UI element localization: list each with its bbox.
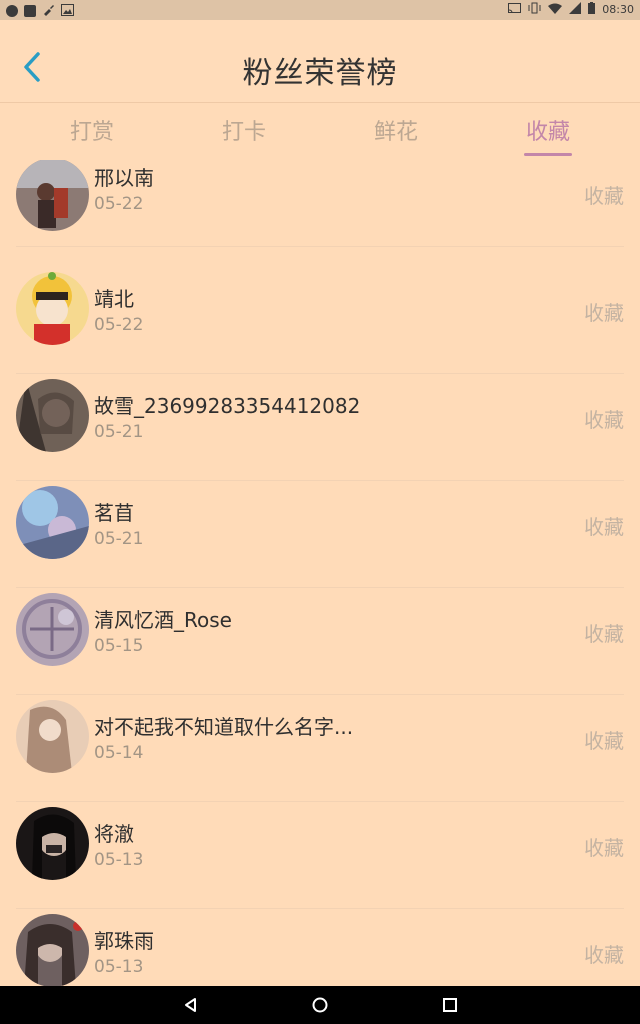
vibrate-icon xyxy=(528,2,541,17)
favorite-label: 收藏 xyxy=(584,408,624,432)
fan-name: 将澈 xyxy=(94,822,134,846)
favorite-label: 收藏 xyxy=(584,836,624,860)
status-right-icons: 08:30 xyxy=(508,2,634,17)
cast-icon xyxy=(508,2,522,17)
fan-name: 对不起我不知道取什么名字... xyxy=(94,715,354,739)
divider xyxy=(16,246,624,247)
wifi-icon xyxy=(548,3,563,17)
header: 粉丝荣誉榜 xyxy=(0,20,640,103)
tab-label: 鲜花 xyxy=(373,120,418,145)
fan-date: 05-14 xyxy=(94,743,144,763)
fan-date: 05-21 xyxy=(94,529,144,549)
avatar xyxy=(16,272,89,345)
circle-home-icon xyxy=(312,997,328,1013)
fan-name: 邢以南 xyxy=(94,166,154,190)
nav-back-button[interactable] xyxy=(181,995,201,1015)
nav-home-button[interactable] xyxy=(310,995,330,1015)
list-item[interactable]: 清风忆酒_Rose 05-15 收藏 xyxy=(0,588,640,695)
nav-recents-button[interactable] xyxy=(440,995,460,1015)
active-tab-indicator xyxy=(524,153,572,156)
avatar xyxy=(16,700,89,773)
list-item[interactable]: 邢以南 05-22 收藏 xyxy=(0,160,640,267)
square-recents-icon xyxy=(443,998,457,1012)
fan-name: 清风忆酒_Rose xyxy=(94,608,232,632)
screen: 08:30 粉丝荣誉榜 打赏 打卡 鲜花 收藏 邢以南 05-22 收藏 靖北 … xyxy=(0,0,640,1024)
list-item[interactable]: 故雪_23699283354412082 05-21 收藏 xyxy=(0,374,640,481)
status-time: 08:30 xyxy=(602,3,634,16)
fan-date: 05-13 xyxy=(94,850,144,870)
broom-icon xyxy=(42,3,55,19)
list-item[interactable]: 郭珠雨 05-13 收藏 xyxy=(0,909,640,986)
chat-notification-icon xyxy=(6,5,18,17)
list-item[interactable]: 将澈 05-13 收藏 xyxy=(0,802,640,909)
tab-bar: 打赏 打卡 鲜花 收藏 xyxy=(0,102,640,160)
fan-date: 05-13 xyxy=(94,957,144,977)
favorite-label: 收藏 xyxy=(584,184,624,208)
list-item[interactable]: 靖北 05-22 收藏 xyxy=(0,267,640,374)
system-nav-bar xyxy=(0,986,640,1024)
fan-date: 05-22 xyxy=(94,315,144,335)
avatar xyxy=(16,379,89,452)
tab-flowers[interactable]: 鲜花 xyxy=(320,102,472,160)
tab-favorites[interactable]: 收藏 xyxy=(472,102,624,160)
image-icon xyxy=(61,3,74,19)
favorite-label: 收藏 xyxy=(584,729,624,753)
tab-checkin[interactable]: 打卡 xyxy=(168,102,320,160)
fan-name: 茗苜 xyxy=(94,501,134,525)
status-bar: 08:30 xyxy=(0,0,640,20)
tab-label: 打卡 xyxy=(221,120,266,145)
fan-date: 05-21 xyxy=(94,422,144,442)
fan-name: 故雪_23699283354412082 xyxy=(94,394,361,418)
favorite-label: 收藏 xyxy=(584,943,624,967)
avatar xyxy=(16,160,89,231)
tab-label: 收藏 xyxy=(525,120,570,145)
list-item[interactable]: 茗苜 05-21 收藏 xyxy=(0,481,640,588)
tab-label: 打赏 xyxy=(69,120,114,145)
fan-name: 郭珠雨 xyxy=(94,929,154,953)
avatar xyxy=(16,486,89,559)
favorite-label: 收藏 xyxy=(584,301,624,325)
avatar xyxy=(16,914,89,986)
avatar xyxy=(16,807,89,880)
fan-date: 05-22 xyxy=(94,194,144,214)
fan-date: 05-15 xyxy=(94,636,144,656)
page-title: 粉丝荣誉榜 xyxy=(242,56,398,91)
status-left-icons xyxy=(6,3,74,19)
battery-icon xyxy=(588,2,596,17)
favorite-label: 收藏 xyxy=(584,515,624,539)
fan-name: 靖北 xyxy=(94,287,134,311)
square-notification-icon xyxy=(24,5,36,17)
favorite-label: 收藏 xyxy=(584,622,624,646)
tab-reward[interactable]: 打赏 xyxy=(16,102,168,160)
signal-icon xyxy=(569,2,582,17)
fan-list: 邢以南 05-22 收藏 靖北 05-22 收藏 故雪_236992833544… xyxy=(0,160,640,986)
list-item[interactable]: 对不起我不知道取什么名字... 05-14 收藏 xyxy=(0,695,640,802)
avatar xyxy=(16,593,89,666)
triangle-back-icon xyxy=(185,998,196,1012)
